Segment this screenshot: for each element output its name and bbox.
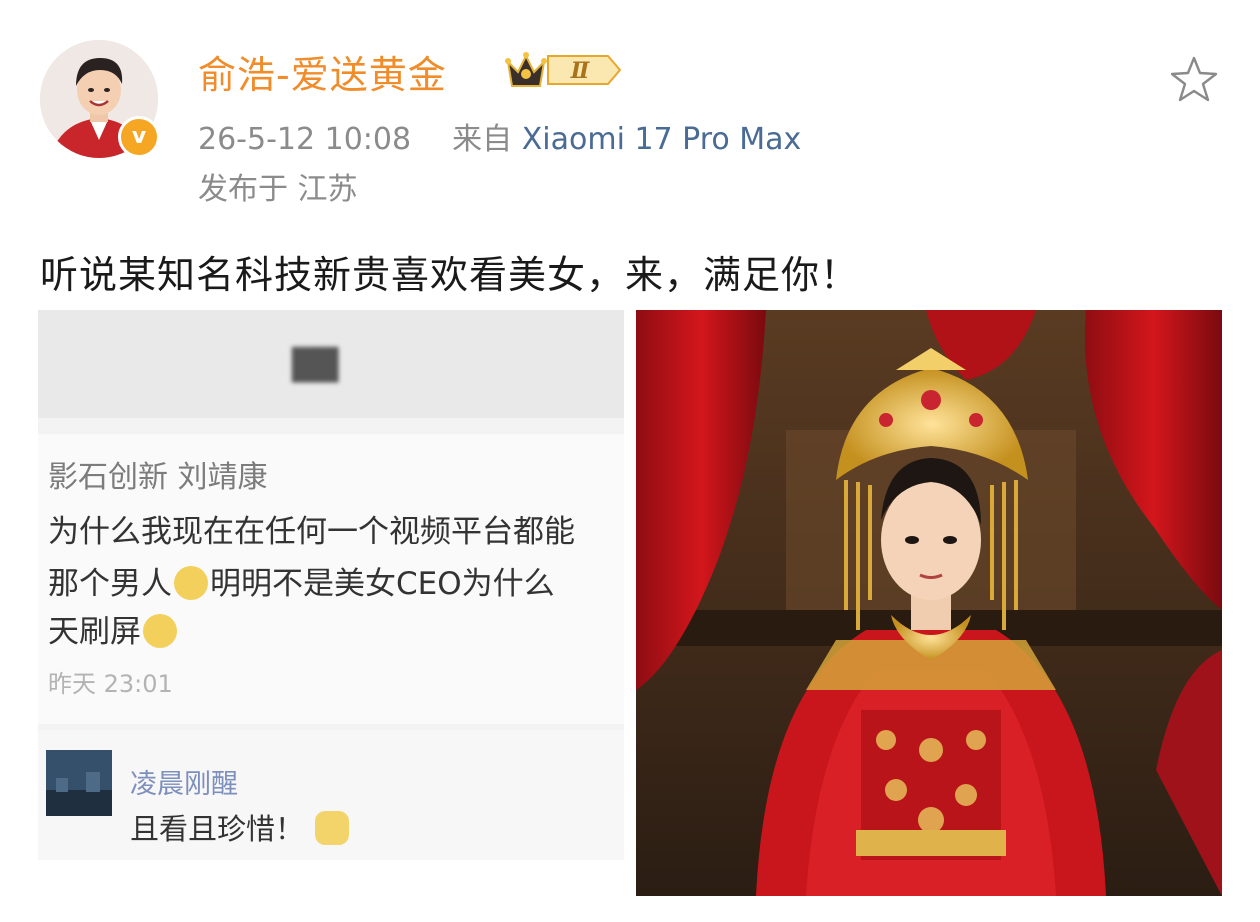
reply-author: 凌晨刚醒: [130, 769, 238, 800]
source-prefix: 来自: [452, 122, 513, 157]
post-meta: 26-5-12 10:08 来自 Xiaomi 17 Pro Max: [198, 114, 801, 158]
reply-text: 且看且珍惜！: [130, 806, 351, 848]
crown-icon: [505, 52, 547, 87]
verified-badge-icon: v: [118, 116, 160, 158]
emoji-face-icon: [174, 566, 208, 600]
comment-line-1: 为什么我现在在任何一个视频平台都能: [48, 514, 575, 550]
star-outline-icon[interactable]: [1168, 54, 1220, 106]
location: 发布于 江苏: [198, 172, 358, 207]
comment-author: 影石创新 刘靖康: [48, 460, 268, 495]
username[interactable]: 俞浩-爱送黄金: [198, 44, 447, 99]
comment-line-2: 那个男人 明明不是美女CEO为什么: [48, 558, 555, 603]
post-image-screenshot[interactable]: ██ 影石创新 刘靖康 为什么我现在在任何一个视频平台都能 那个男人 明明不是美女…: [38, 310, 624, 860]
comment-line-2b: 明明不是美女CEO为什么: [210, 566, 555, 602]
device-link[interactable]: Xiaomi 17 Pro Max: [522, 122, 802, 157]
comment-line-3-text: 天刷屏: [48, 614, 141, 650]
post-text: 听说某知名科技新贵喜欢看美女，来，满足你！: [40, 253, 860, 297]
member-level-badge[interactable]: Ⅱ: [504, 48, 624, 96]
blurred-title: ██: [292, 348, 339, 383]
comment-line-3: 天刷屏: [48, 606, 179, 651]
comment-line-2a: 那个男人: [48, 566, 172, 602]
emoji-cat-icon: [315, 811, 350, 845]
post-image-photo[interactable]: [636, 310, 1222, 896]
comment-time: 昨天 23:01: [48, 670, 173, 698]
badge-level-text: Ⅱ: [570, 58, 591, 84]
timestamp: 26-5-12 10:08: [198, 122, 412, 157]
reply-text-content: 且看且珍惜！: [130, 812, 305, 846]
emoji-face-icon: [143, 614, 177, 648]
reply-avatar: [46, 750, 112, 816]
